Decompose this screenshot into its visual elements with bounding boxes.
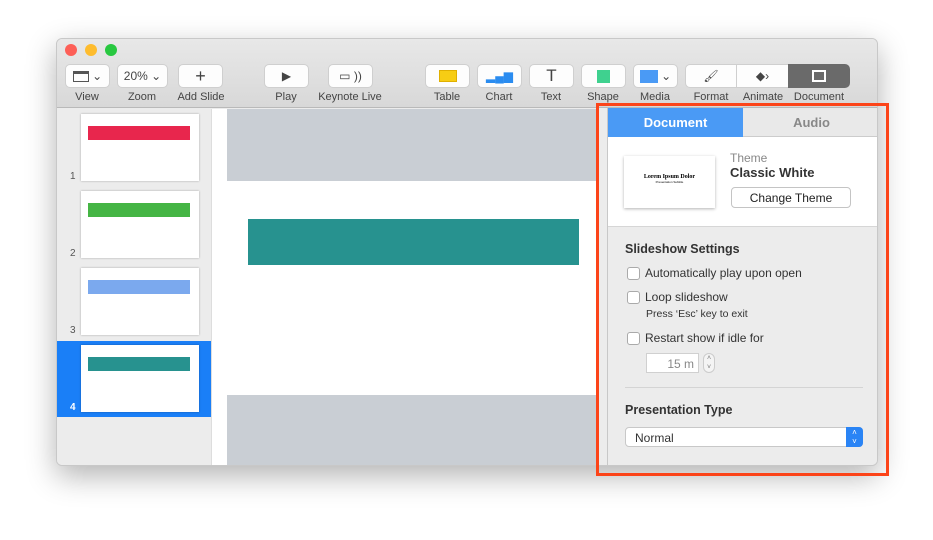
slide-number: 4	[70, 402, 76, 413]
add-slide-button[interactable]: +	[178, 64, 223, 88]
slide-thumbnail[interactable]	[81, 191, 199, 258]
image-icon	[639, 69, 658, 83]
play-button[interactable]: ▶	[264, 64, 309, 88]
play-label: Play	[275, 91, 297, 103]
keynote-live-label: Keynote Live	[318, 91, 382, 103]
slide-navigator: 1 2 3 4	[57, 109, 211, 465]
shape-label: Shape	[587, 91, 619, 103]
format-label: Format	[693, 91, 729, 103]
navigator-divider	[211, 109, 227, 465]
animate-label: Animate	[742, 91, 784, 103]
document-label: Document	[793, 91, 845, 103]
text-button[interactable]: T	[529, 64, 574, 88]
laptop-broadcast-icon: ▭ ))	[339, 69, 362, 83]
document-button[interactable]	[788, 64, 850, 88]
plus-icon: +	[195, 65, 206, 86]
zoom-dropdown[interactable]: 20% ⌄	[117, 64, 168, 88]
document-icon	[812, 70, 826, 82]
slide-canvas	[227, 109, 599, 465]
view-button[interactable]: ⌄	[65, 64, 110, 88]
chart-button[interactable]: ▂▄▆	[477, 64, 522, 88]
slide-rectangle-shape[interactable]	[248, 219, 579, 265]
zoom-label: Zoom	[127, 91, 157, 103]
chart-label: Chart	[485, 91, 513, 103]
close-button[interactable]	[65, 44, 77, 56]
table-button[interactable]	[425, 64, 470, 88]
slide-number: 1	[70, 171, 76, 182]
sidebar-layout-icon	[72, 70, 89, 82]
table-icon	[438, 70, 457, 82]
animate-diamond-icon: ◆›	[755, 69, 770, 83]
maximize-button[interactable]	[105, 44, 117, 56]
slide-thumbnail[interactable]	[81, 268, 199, 335]
zoom-value: 20%	[123, 69, 148, 83]
slide-thumbnail[interactable]	[81, 114, 199, 181]
text-label: Text	[540, 91, 562, 103]
slide-thumbnail[interactable]	[81, 345, 199, 412]
current-slide[interactable]	[227, 181, 599, 395]
shape-icon	[597, 69, 610, 83]
highlight-box	[596, 103, 889, 476]
paintbrush-icon: 🖌	[703, 69, 719, 83]
table-label: Table	[433, 91, 461, 103]
slide-number: 2	[70, 248, 76, 259]
media-label: Media	[640, 91, 670, 103]
view-label: View	[75, 91, 99, 103]
slide-thumbnail-shape	[88, 203, 190, 217]
text-icon: T	[546, 66, 557, 85]
media-button[interactable]: ⌄	[633, 64, 678, 88]
animate-button[interactable]: ◆›	[736, 64, 789, 88]
add-slide-label: Add Slide	[177, 91, 225, 103]
slide-thumbnail-shape	[88, 280, 190, 294]
chart-icon: ▂▄▆	[486, 69, 513, 83]
toolbar: ⌄ View 20% ⌄ Zoom + Add Slide ▶ Play ▭ )…	[57, 39, 877, 108]
slide-thumbnail-shape	[88, 126, 190, 140]
slide-number: 3	[70, 325, 76, 336]
keynote-live-button[interactable]: ▭ ))	[328, 64, 373, 88]
shape-button[interactable]	[581, 64, 626, 88]
format-button[interactable]: 🖌	[685, 64, 737, 88]
minimize-button[interactable]	[85, 44, 97, 56]
play-icon: ▶	[281, 69, 292, 83]
slide-thumbnail-shape	[88, 357, 190, 371]
